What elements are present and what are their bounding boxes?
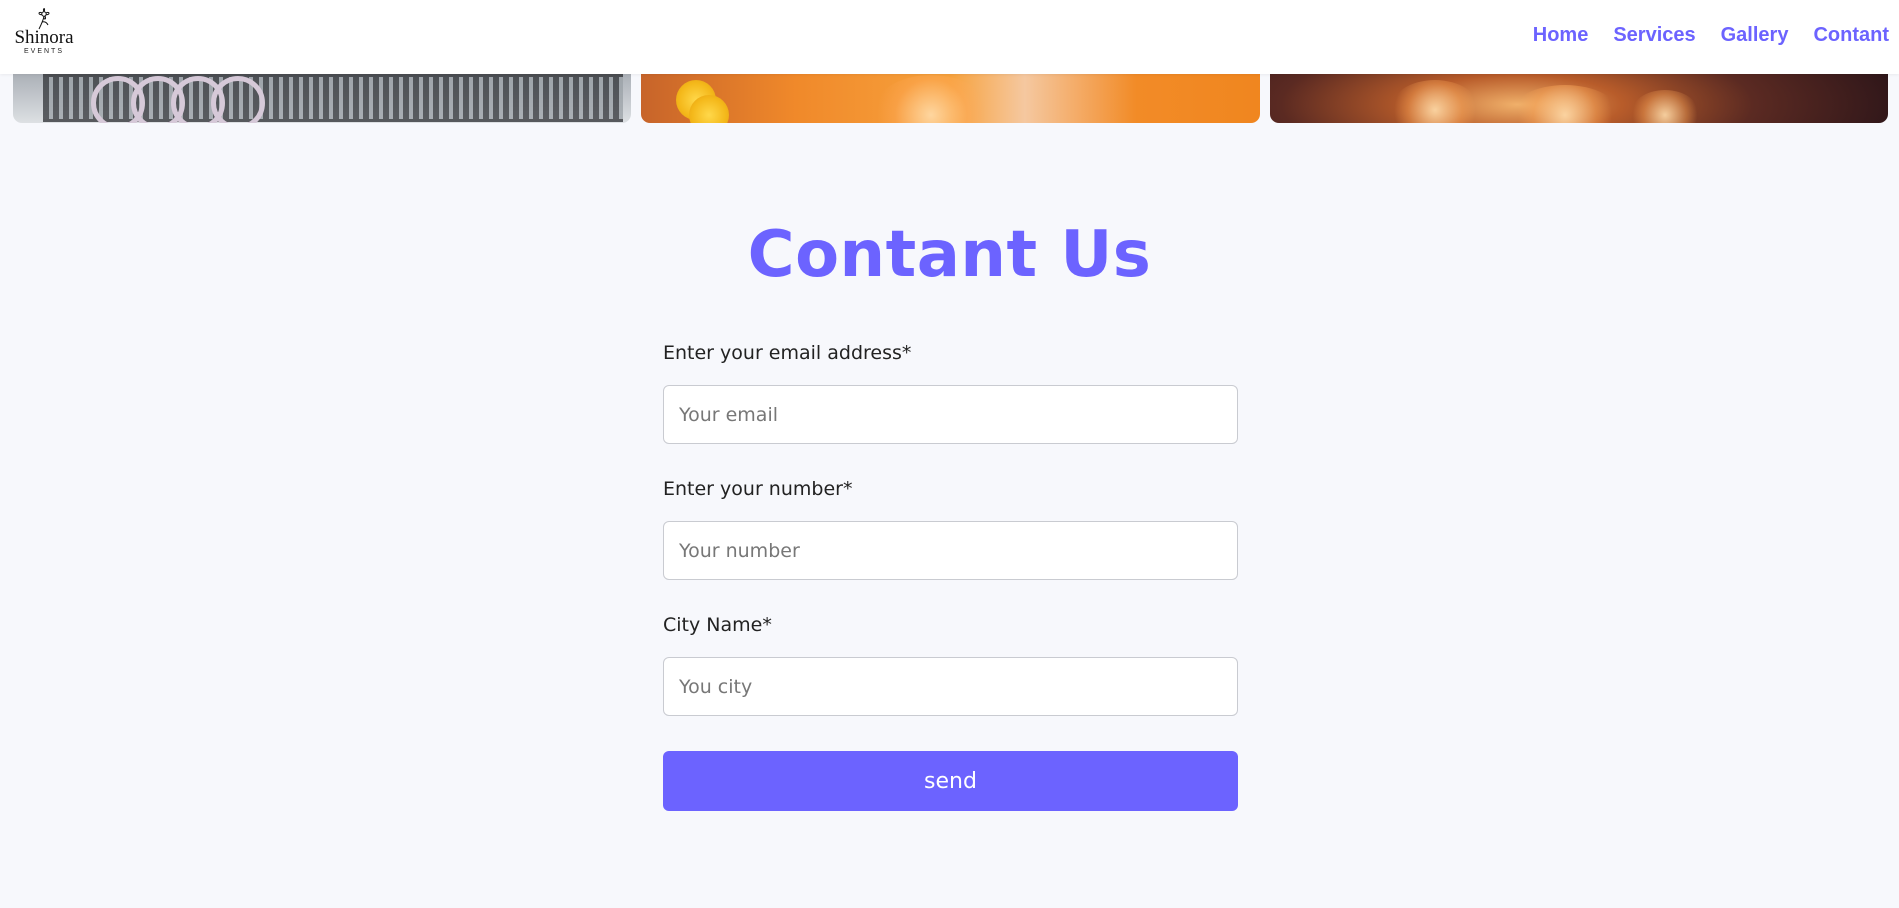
number-field-group: Enter your number* xyxy=(663,478,1238,580)
main-nav: Home Services Gallery Contant xyxy=(1533,24,1889,47)
number-label: Enter your number* xyxy=(663,478,853,500)
brand-name: Shinora xyxy=(14,27,74,48)
city-field-group: City Name* xyxy=(663,614,1238,716)
email-label: Enter your email address* xyxy=(663,342,912,364)
nav-link-services[interactable]: Services xyxy=(1613,24,1695,47)
brand-tagline: EVENTS xyxy=(23,48,64,55)
brand-logo[interactable]: Shinora EVENTS xyxy=(12,6,76,66)
city-input[interactable] xyxy=(663,657,1238,716)
contact-title: Contant Us xyxy=(747,218,1152,292)
city-label: City Name* xyxy=(663,614,772,636)
nav-link-contact[interactable]: Contant xyxy=(1813,24,1889,47)
send-button[interactable]: send xyxy=(663,751,1238,811)
email-input[interactable] xyxy=(663,385,1238,444)
number-input[interactable] xyxy=(663,521,1238,580)
nav-link-home[interactable]: Home xyxy=(1533,24,1589,47)
contact-form: Enter your email address* Enter your num… xyxy=(663,342,1238,716)
navbar: Shinora EVENTS Home Services Gallery Con… xyxy=(0,0,1899,74)
nav-link-gallery[interactable]: Gallery xyxy=(1721,24,1789,47)
email-field-group: Enter your email address* xyxy=(663,342,1238,444)
